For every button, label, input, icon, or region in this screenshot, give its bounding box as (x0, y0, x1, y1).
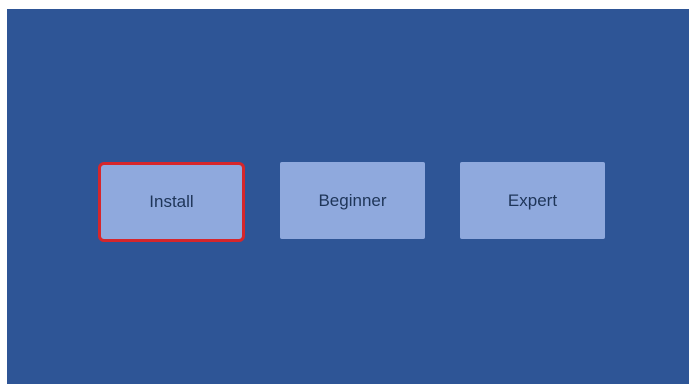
beginner-button[interactable]: Beginner (280, 162, 425, 239)
install-button[interactable]: Install (98, 162, 245, 242)
expert-button[interactable]: Expert (460, 162, 605, 239)
menu-screen: Install Beginner Expert (7, 9, 689, 384)
